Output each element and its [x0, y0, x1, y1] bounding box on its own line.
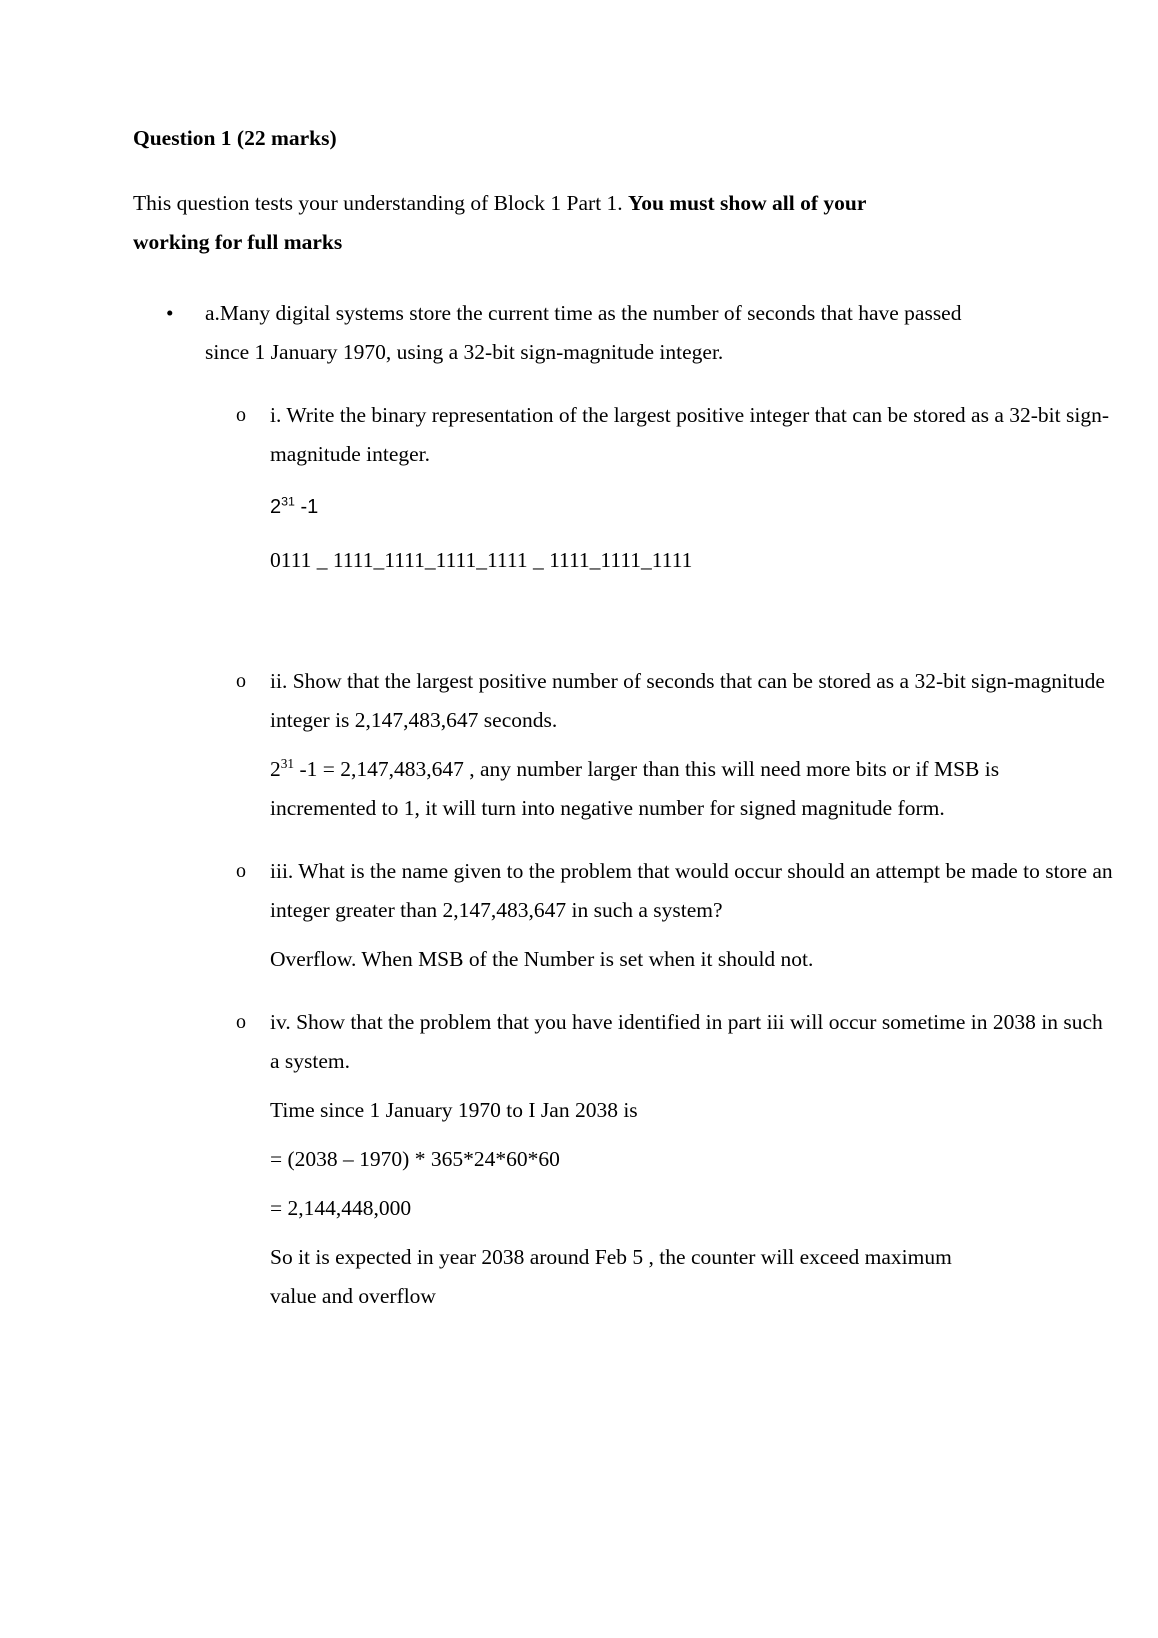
- document-page: Question 1 (22 marks) This question test…: [0, 0, 1158, 1638]
- question-iv-text: iv. Show that the problem that you have …: [270, 1009, 1103, 1073]
- answer-ii-suffix: -1 = 2,147,483,647 , any number larger t…: [270, 756, 1000, 820]
- page-title: Question 1 (22 marks): [133, 126, 337, 150]
- intro-normal-text: This question tests your understanding o…: [133, 190, 629, 215]
- question-iii-text: iii. What is the name given to the probl…: [270, 858, 1113, 922]
- sub-bullet-marker-icon: o: [236, 859, 246, 882]
- list-item-ii: o ii. Show that the largest positive num…: [133, 662, 1115, 740]
- answer-iv-line-3: = 2,144,448,000: [270, 1195, 412, 1220]
- answer-iv-line-1: Time since 1 January 1970 to I Jan 2038 …: [270, 1097, 638, 1122]
- answer-ii-exponent: 31: [280, 755, 295, 771]
- answer-ii-text: 231 -1 = 2,147,483,647 , any number larg…: [270, 750, 1000, 828]
- answer-i-binary: 0111 _ 1111_1111_1111_1111 _ 1111_1111_1…: [270, 547, 693, 572]
- answer-iii-text: Overflow. When MSB of the Number is set …: [270, 946, 814, 971]
- list-item-iv: o iv. Show that the problem that you hav…: [133, 1003, 1115, 1081]
- intro-paragraph: This question tests your understanding o…: [133, 184, 923, 262]
- document-body: Question 1 (22 marks) This question test…: [133, 126, 1113, 1316]
- question-ii-text: ii. Show that the largest positive numbe…: [270, 668, 1105, 732]
- answer-i-exponent: 31: [281, 493, 295, 508]
- list-item-i: o i. Write the binary representation of …: [133, 396, 1115, 474]
- part-a-text: a.Many digital systems store the current…: [205, 300, 962, 364]
- answer-i-power: 231 -1: [270, 488, 1000, 527]
- sub-bullet-marker-icon: o: [236, 669, 246, 692]
- list-item-part-a: • a.Many digital systems store the curre…: [133, 294, 1001, 372]
- sub-bullet-marker-icon: o: [236, 1010, 246, 1033]
- list-item-iii: o iii. What is the name given to the pro…: [133, 852, 1115, 930]
- answer-iv-line-4: So it is expected in year 2038 around Fe…: [270, 1244, 952, 1308]
- question-i-text: i. Write the binary representation of th…: [270, 402, 1109, 466]
- answer-ii-base: 2: [270, 756, 281, 781]
- answer-i-suffix: -1: [294, 495, 319, 518]
- bullet-marker-icon: •: [166, 300, 174, 325]
- sub-bullet-marker-icon: o: [236, 403, 246, 426]
- answer-iv-line-2: = (2038 – 1970) * 365*24*60*60: [270, 1146, 560, 1171]
- answer-i-base: 2: [270, 495, 282, 518]
